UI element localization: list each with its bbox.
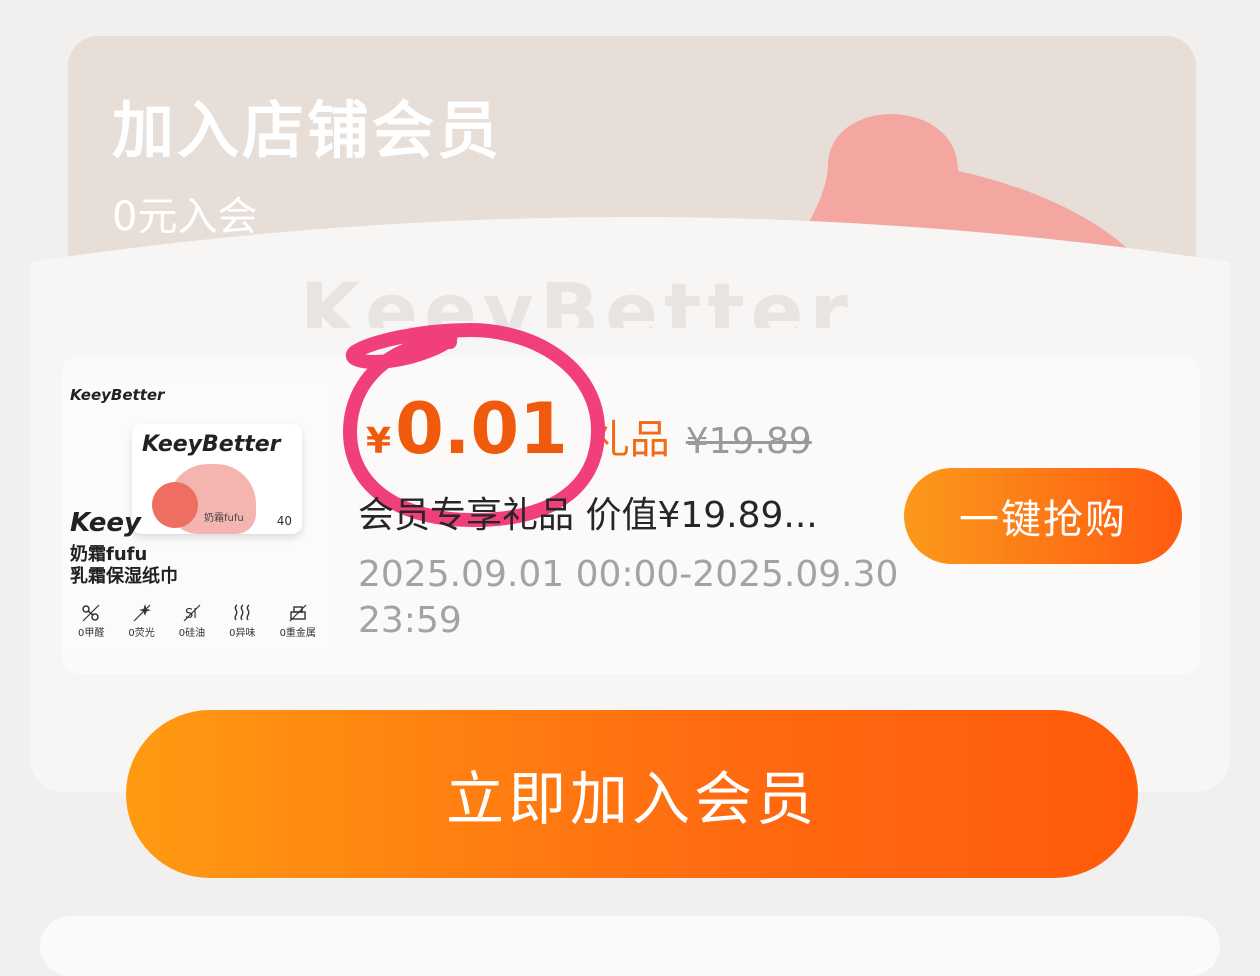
price-row: ¥ 0.01 礼品 ¥19.89 [366,388,812,470]
currency-symbol: ¥ [366,421,392,462]
badge-label: 0重金属 [279,628,316,639]
badge-label: 0荧光 [128,628,155,639]
product-box-brand: KeeyBetter [142,432,281,457]
badge-fluorescent: 0荧光 [128,602,155,639]
badge-label: 0硅油 [178,628,206,639]
brand-watermark: KeeyBetter [300,268,855,328]
product-box: KeeyBetter 奶霜fufu 40 [132,424,302,534]
badge-odor: 0异味 [229,602,256,639]
metal-bars-icon [289,604,307,622]
banner-title: 加入店铺会员 [112,94,503,167]
next-card [40,916,1220,976]
sparkle-icon [133,604,151,622]
offer-price: 0.01 [395,388,568,470]
banner-subtitle: 0元入会 [112,194,258,240]
silicon-icon: Si [183,604,201,622]
product-brand: KeeyBetter [70,386,165,404]
molecule-icon [82,604,100,622]
grab-now-button[interactable]: 一键抢购 [904,468,1182,564]
badge-formaldehyde: 0甲醛 [78,602,104,639]
badge-silicone: Si 0硅油 [179,602,205,639]
offer-time-range: 2025.09.01 00:00-2025.09.30 23:59 [358,554,899,641]
badge-label: 0异味 [229,628,256,639]
badge-heavy-metal: 0重金属 [280,602,316,639]
product-box-count: 40 [276,514,292,528]
product-image[interactable]: KeeyBetter KeeyBetter 奶霜fufu 40 Keey 奶霜f… [62,380,330,650]
odor-waves-icon [234,604,250,621]
badge-label: 0甲醛 [78,628,105,639]
gift-label: 礼品 [589,417,670,463]
product-feature-badges: 0甲醛 0荧光 Si 0硅油 0异味 0重金属 [66,602,328,639]
product-box-subtitle: 奶霜fufu [204,513,244,524]
offer-description: 会员专享礼品 价值¥19.89... [358,495,818,536]
original-price: ¥19.89 [685,421,812,462]
product-box-circle [152,482,198,528]
product-name-line2: 乳霜保湿纸巾 [70,566,178,587]
product-logo: Keey [70,508,141,538]
join-member-button[interactable]: 立即加入会员 [126,710,1138,878]
